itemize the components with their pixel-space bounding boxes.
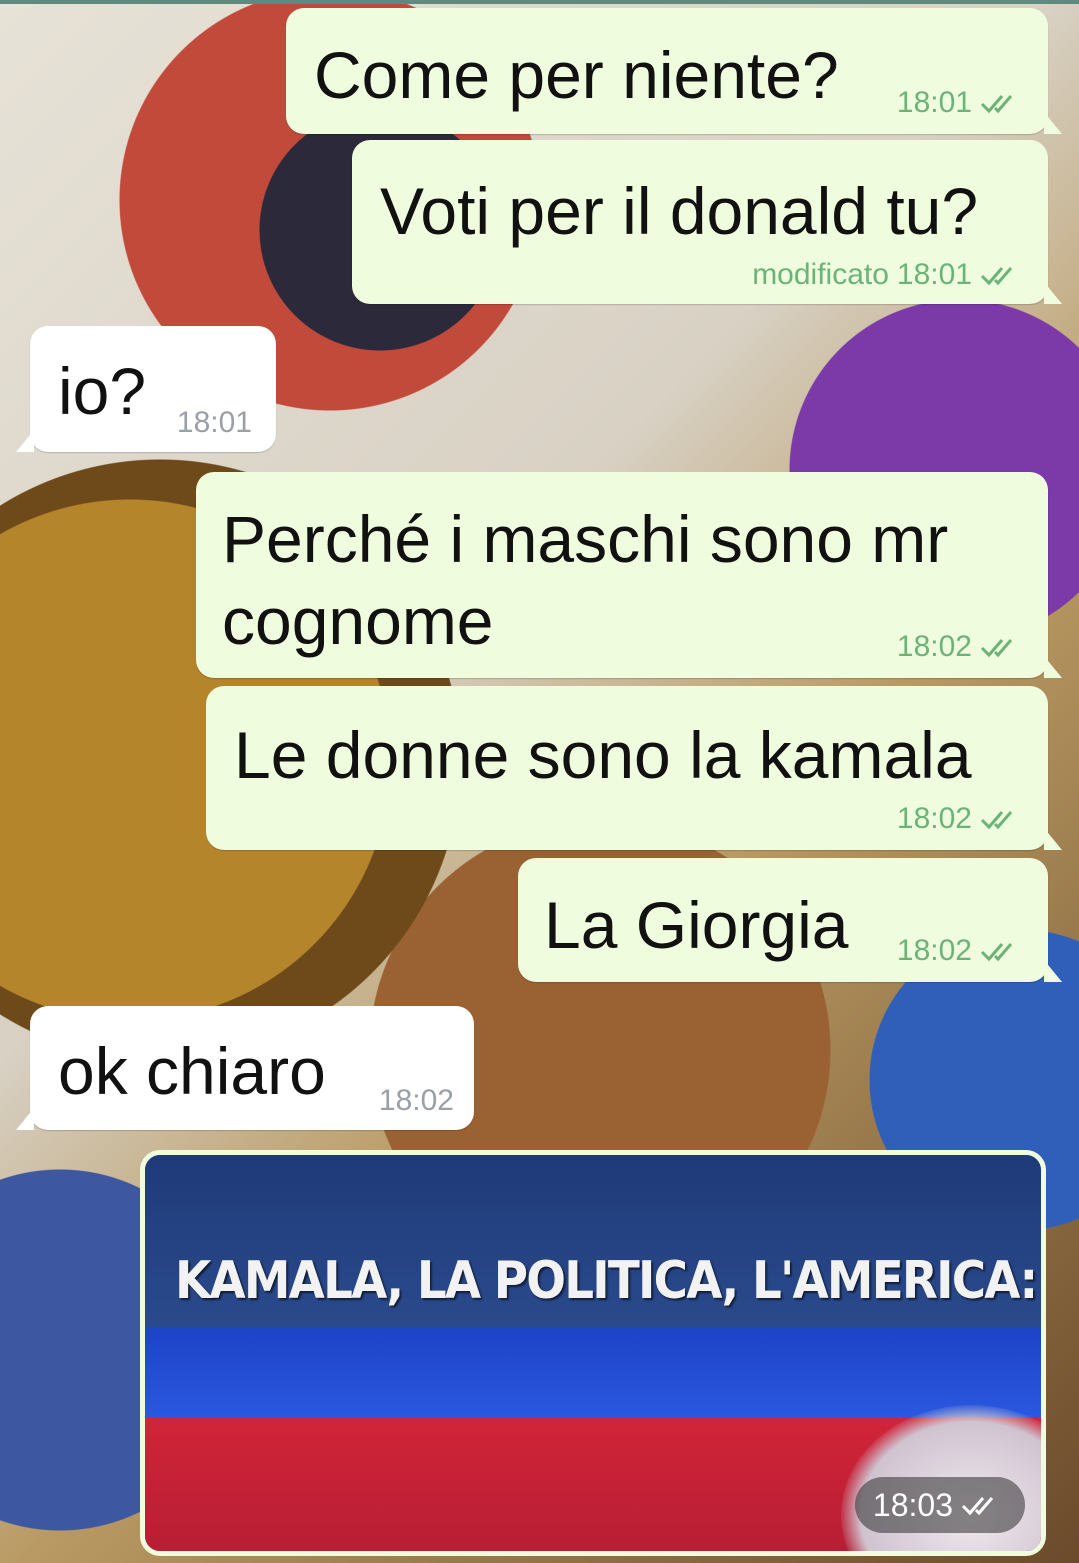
incoming-message[interactable]: ok chiaro 18:02 (16, 1006, 474, 1130)
outgoing-message[interactable]: Come per niente? 18:01 (286, 8, 1062, 134)
message-time: 18:02 (896, 934, 972, 967)
double-check-icon (980, 639, 1013, 658)
message-meta: 18:02 (897, 802, 1026, 836)
message-meta: modificato 18:01 (752, 258, 1026, 292)
double-check-icon (961, 1497, 994, 1516)
edited-label: modificato (752, 258, 889, 291)
message-meta: 18:02 (897, 630, 1026, 664)
double-check-icon (980, 811, 1013, 830)
double-check-icon (980, 943, 1013, 962)
message-time: 18:01 (896, 86, 972, 119)
outgoing-message[interactable]: Voti per il donald tu? modificato 18:01 (352, 140, 1062, 304)
outgoing-message[interactable]: Perché i maschi sono mr cognome 18:02 (196, 472, 1062, 678)
outgoing-message[interactable]: La Giorgia 18:02 (518, 858, 1062, 982)
message-time: 18:02 (378, 1084, 454, 1117)
incoming-message[interactable]: io? 18:01 (16, 326, 276, 452)
top-edge (0, 0, 1079, 4)
message-time: 18:01 (176, 406, 252, 439)
outgoing-message[interactable]: Le donne sono la kamala 18:02 (206, 686, 1062, 850)
image-message-meta: 18:03 (854, 1477, 1025, 1533)
message-meta: 18:02 (379, 1084, 454, 1118)
double-check-icon (980, 95, 1013, 114)
message-text: ok chiaro (58, 1034, 326, 1108)
message-meta: 18:01 (897, 86, 1026, 120)
message-meta: 18:02 (897, 934, 1026, 968)
message-text: Perché i maschi sono mr cognome (222, 502, 949, 658)
message-time: 18:03 (872, 1486, 953, 1523)
message-text: Come per niente? (314, 38, 839, 112)
message-time: 18:02 (896, 630, 972, 663)
message-meta: 18:01 (177, 406, 252, 440)
image-caption-text: KAMALA, LA POLITICA, L'AMERICA: (175, 1251, 1038, 1311)
image-message[interactable]: KAMALA, LA POLITICA, L'AMERICA: 18:03 (140, 1150, 1046, 1556)
message-text: Voti per il donald tu? (380, 174, 979, 248)
message-time: 18:01 (896, 258, 972, 291)
message-text: Le donne sono la kamala (234, 718, 972, 792)
message-text: La Giorgia (544, 888, 849, 962)
double-check-icon (980, 267, 1013, 286)
message-time: 18:02 (896, 802, 972, 835)
message-text: io? (58, 354, 147, 428)
tv-banner-strip (145, 1327, 1041, 1417)
